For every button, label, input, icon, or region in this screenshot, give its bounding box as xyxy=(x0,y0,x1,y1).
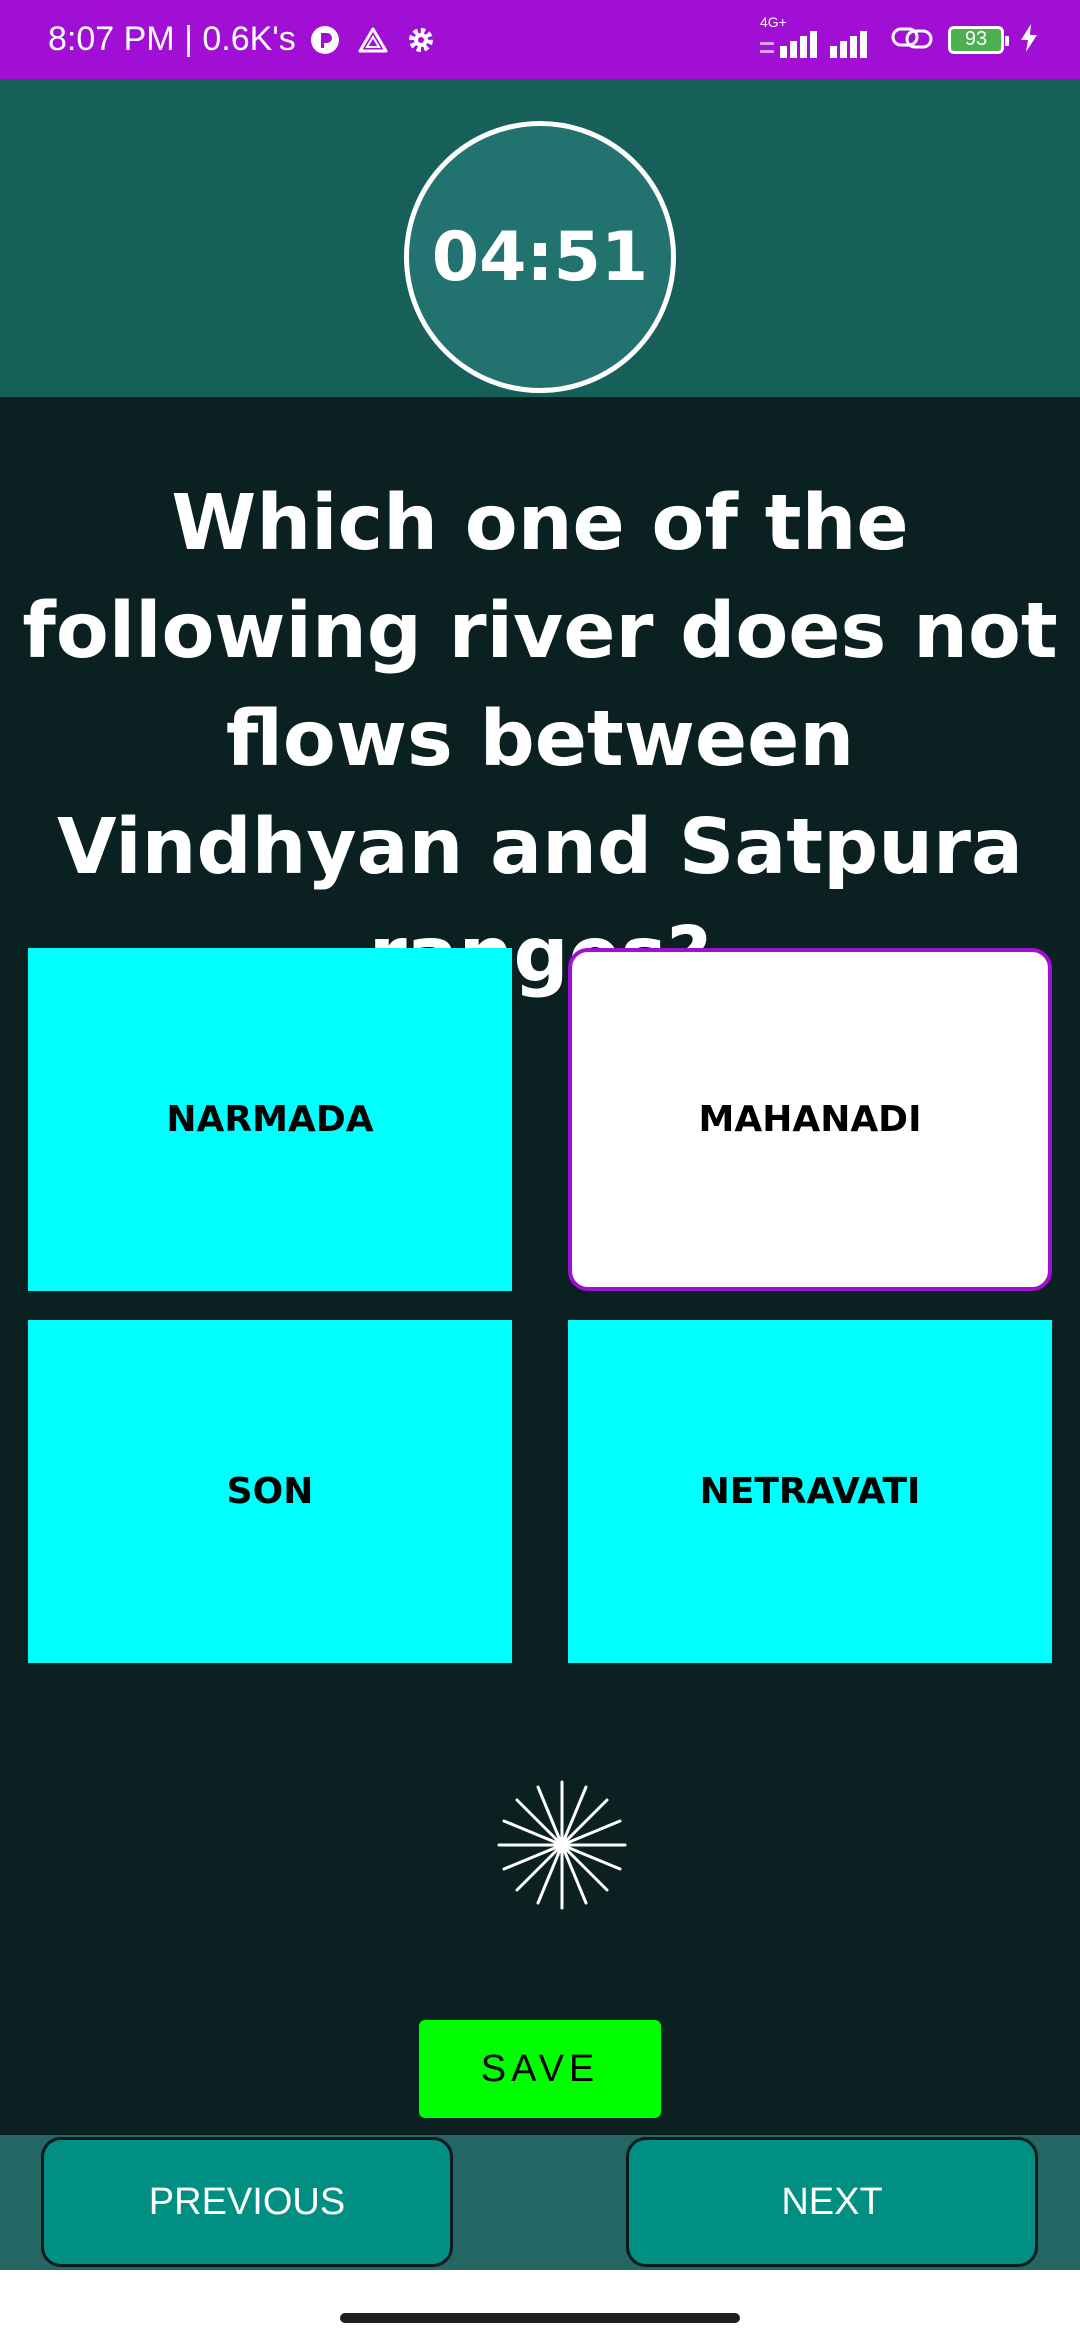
link-icon xyxy=(890,23,934,57)
gesture-bar xyxy=(0,2270,1080,2340)
save-button[interactable]: SAVE xyxy=(419,2020,661,2118)
battery-level: 93 xyxy=(964,28,988,50)
status-bar: 8:07 PM | 0.6K's 4G+ 93 xyxy=(0,0,1080,79)
gear-icon xyxy=(402,21,440,59)
next-button[interactable]: NEXT xyxy=(626,2137,1038,2267)
status-right: 4G+ 93 xyxy=(760,0,1040,79)
r-circle-icon xyxy=(306,21,344,59)
option-label: NARMADA xyxy=(166,1099,374,1140)
timer-value: 04:51 xyxy=(431,217,649,297)
status-time: 8:07 PM | 0.6K's xyxy=(48,20,296,58)
signal-icon: 4G+ xyxy=(760,14,876,58)
option-narmada[interactable]: NARMADA xyxy=(28,948,512,1291)
next-label: NEXT xyxy=(781,2180,883,2223)
drive-icon xyxy=(354,21,392,59)
save-label: SAVE xyxy=(480,2047,600,2090)
option-label: MAHANADI xyxy=(698,1099,922,1140)
previous-label: PREVIOUS xyxy=(148,2180,346,2223)
network-type-label: 4G+ xyxy=(760,13,787,30)
spinner-icon xyxy=(497,1780,627,1910)
battery-icon: 93 xyxy=(948,25,1009,54)
charging-icon xyxy=(1018,22,1040,58)
previous-button[interactable]: PREVIOUS xyxy=(41,2137,453,2267)
option-label: SON xyxy=(226,1471,314,1512)
countdown-timer: 04:51 xyxy=(404,121,676,393)
home-gesture-handle[interactable] xyxy=(340,2313,740,2323)
option-son[interactable]: SON xyxy=(28,1320,512,1663)
option-label: NETRAVATI xyxy=(699,1471,921,1512)
status-left: 8:07 PM | 0.6K's xyxy=(48,0,440,79)
option-mahanadi[interactable]: MAHANADI xyxy=(568,948,1052,1291)
option-netravati[interactable]: NETRAVATI xyxy=(568,1320,1052,1663)
question-text: Which one of the following river does no… xyxy=(22,479,1058,1000)
